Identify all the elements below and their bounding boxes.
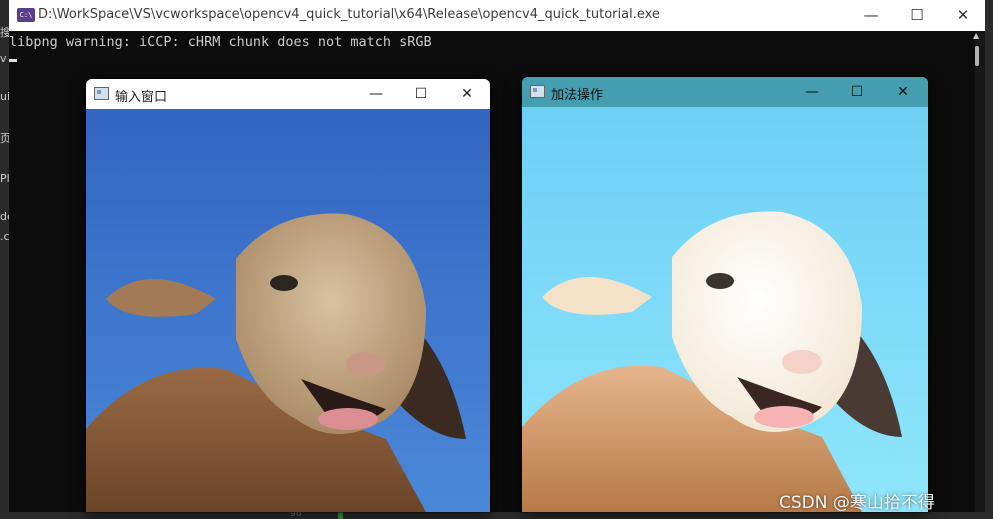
image-window-icon bbox=[94, 87, 109, 100]
background-app-strip: 搜 v ui 页 Pl de .c bbox=[0, 0, 14, 519]
maximize-icon[interactable]: ☐ bbox=[894, 0, 940, 31]
add-window-titlebar[interactable]: 加法操作 — ☐ ✕ bbox=[522, 77, 928, 107]
minimize-icon[interactable]: — bbox=[848, 0, 894, 31]
sheep-tongue bbox=[318, 408, 378, 430]
console-titlebar[interactable]: C:\ D:\WorkSpace\VS\vcworkspace\opencv4_… bbox=[9, 0, 985, 31]
maximize-icon[interactable]: ☐ bbox=[398, 79, 444, 109]
image-window-icon bbox=[530, 85, 545, 98]
background-text: v bbox=[0, 52, 7, 65]
sheep-eye bbox=[706, 273, 734, 289]
scroll-up-arrow-icon[interactable]: ▲ bbox=[973, 31, 979, 40]
close-icon[interactable]: ✕ bbox=[880, 77, 926, 107]
background-app-right-edge bbox=[985, 0, 993, 519]
minimize-icon[interactable]: — bbox=[353, 79, 399, 109]
input-image-window[interactable]: 输入窗口 — ☐ ✕ bbox=[86, 79, 490, 512]
add-operation-window[interactable]: 加法操作 — ☐ ✕ bbox=[522, 77, 928, 512]
sheep-tongue bbox=[754, 406, 814, 428]
console-app-icon: C:\ bbox=[17, 8, 35, 22]
csdn-watermark: CSDN @寒山拾不得 bbox=[779, 493, 935, 513]
input-image bbox=[86, 109, 490, 512]
console-scrollbar[interactable] bbox=[975, 31, 985, 512]
background-green-marker bbox=[338, 512, 343, 519]
sheep-nose bbox=[782, 350, 822, 374]
console-cursor bbox=[9, 59, 17, 62]
sheep-eye bbox=[270, 275, 298, 291]
sheep-nose bbox=[346, 352, 386, 376]
console-window-title: D:\WorkSpace\VS\vcworkspace\opencv4_quic… bbox=[38, 7, 660, 22]
close-icon[interactable]: ✕ bbox=[444, 79, 490, 109]
background-app-bottom-edge: 96 bbox=[0, 509, 993, 519]
console-scroll-thumb[interactable] bbox=[975, 46, 979, 66]
add-window-title: 加法操作 bbox=[551, 88, 604, 103]
console-output-line: libpng warning: iCCP: cHRM chunk does no… bbox=[9, 34, 432, 50]
input-window-titlebar[interactable]: 输入窗口 — ☐ ✕ bbox=[86, 79, 490, 109]
minimize-icon[interactable]: — bbox=[789, 77, 835, 107]
add-result-image bbox=[522, 107, 928, 512]
input-window-title: 输入窗口 bbox=[115, 90, 168, 105]
close-icon[interactable]: ✕ bbox=[940, 0, 986, 31]
maximize-icon[interactable]: ☐ bbox=[834, 77, 880, 107]
